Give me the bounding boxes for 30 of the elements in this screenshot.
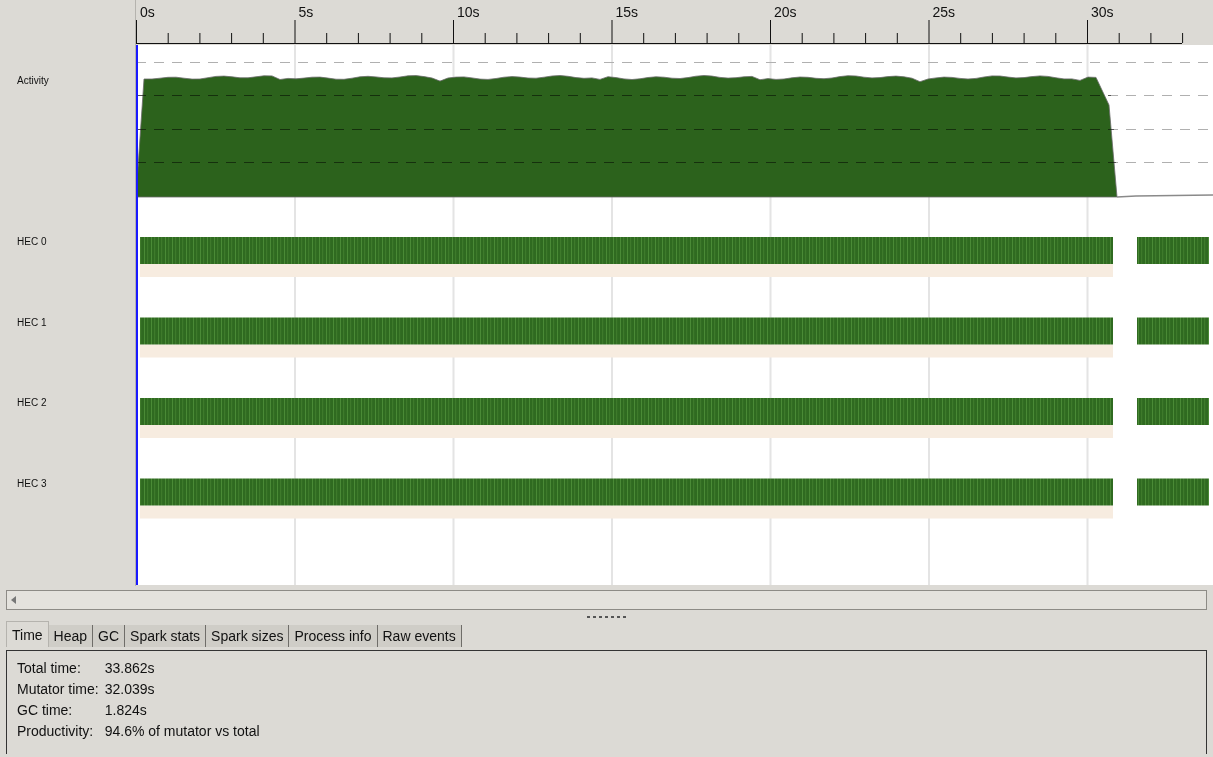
stat-label: Mutator time:: [17, 680, 99, 698]
track-label: HEC 0: [17, 236, 47, 247]
stat-value: 32.039s: [104, 680, 156, 698]
stat-value: 1.824s: [104, 701, 148, 719]
track-label: HEC 3: [17, 477, 47, 489]
tab[interactable]: Spark stats: [125, 625, 207, 647]
track-label: HEC 2: [17, 397, 47, 408]
pane-handle[interactable]: [585, 615, 628, 619]
stat-label: GC time:: [17, 701, 74, 719]
scrollbar[interactable]: [6, 590, 1207, 610]
track-label: HEC 1: [17, 316, 47, 328]
tab[interactable]: Spark sizes: [206, 625, 290, 647]
tick-label: 5s: [298, 4, 314, 20]
tick-label: 25s: [932, 4, 956, 20]
tab[interactable]: Heap: [48, 625, 94, 647]
tab[interactable]: Process info: [289, 625, 378, 647]
tab[interactable]: GC: [93, 625, 126, 647]
stat-value: 94.6% of mutator vs total: [104, 722, 261, 740]
tick-label: 10s: [457, 4, 480, 20]
scroll-left-icon[interactable]: [11, 596, 17, 604]
tab[interactable]: Time: [6, 621, 49, 647]
tick-label: 30s: [1091, 4, 1114, 20]
track-label: Activity: [17, 75, 49, 86]
tick-label: 0s: [140, 4, 155, 20]
tick-label: 15s: [615, 4, 639, 20]
stat-value: 33.862s: [104, 659, 156, 677]
tick-label: 20s: [774, 4, 797, 20]
tab[interactable]: Raw events: [377, 625, 462, 647]
stat-label: Productivity:: [17, 722, 95, 740]
stat-label: Total time:: [17, 659, 82, 677]
